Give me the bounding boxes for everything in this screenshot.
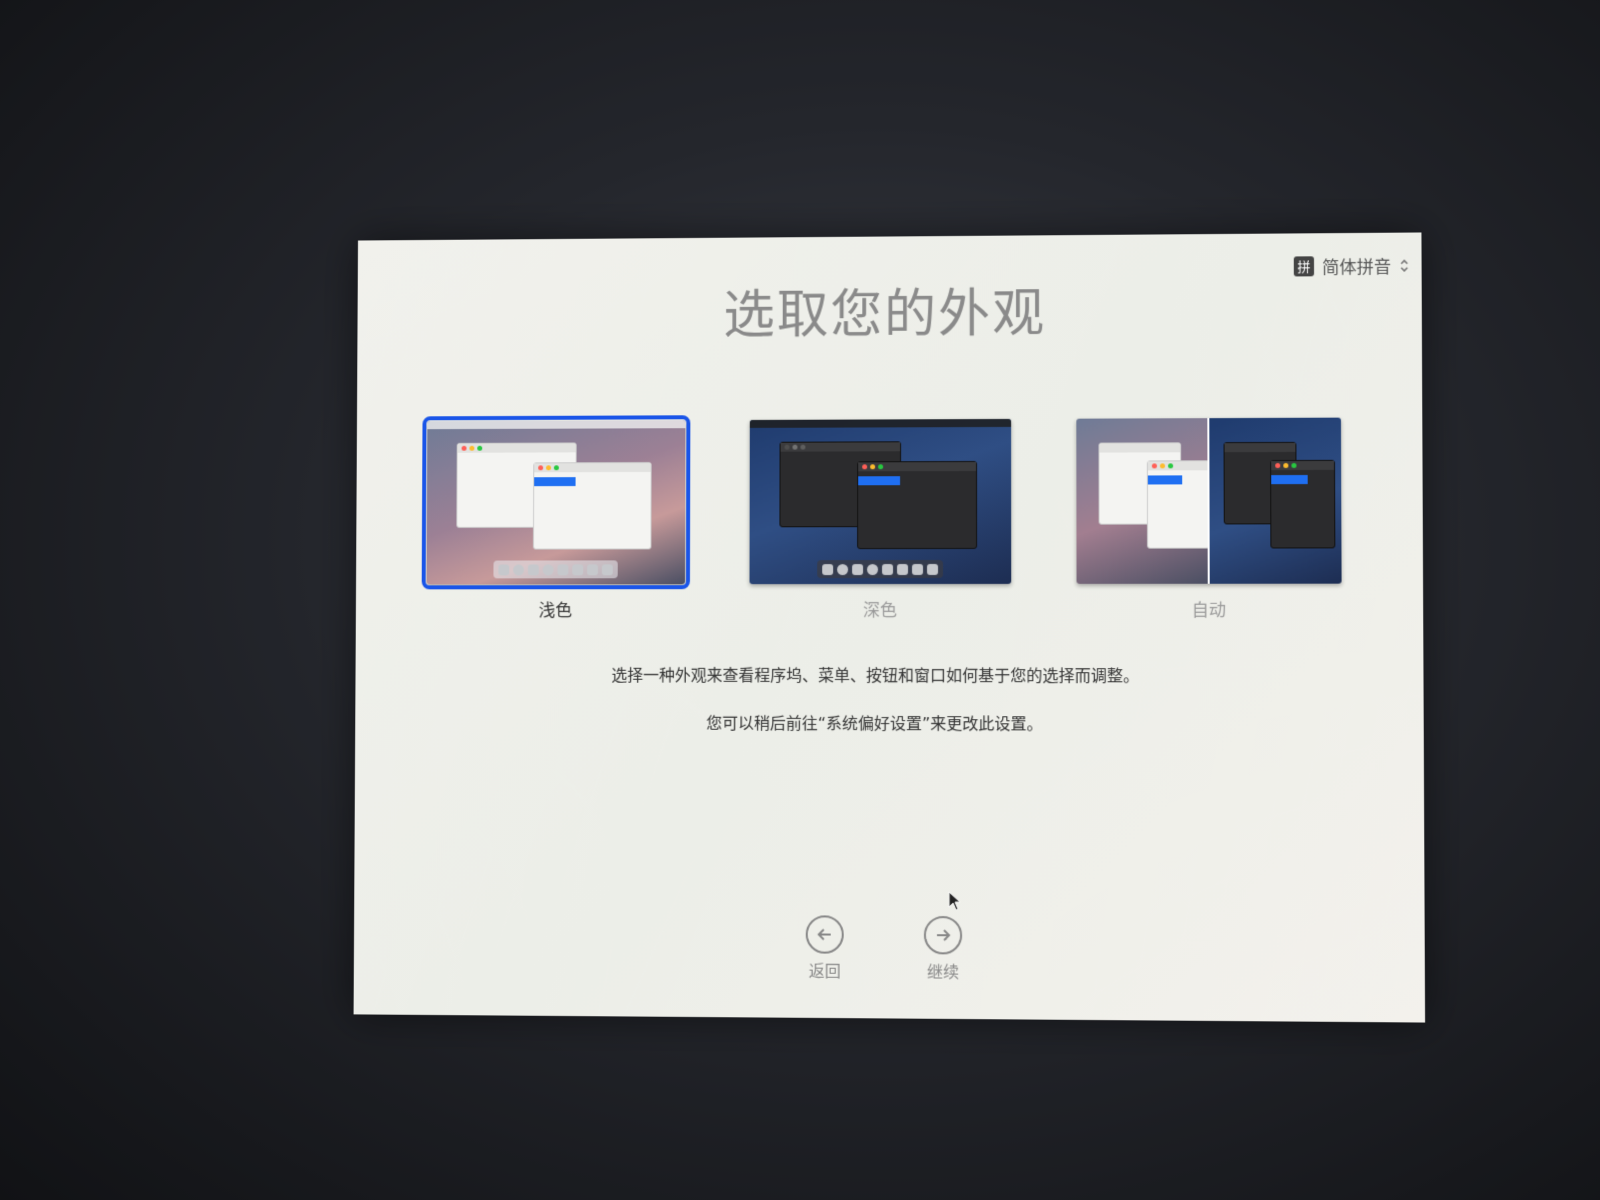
option-label-dark: 深色 xyxy=(863,596,897,621)
continue-button[interactable]: 继续 xyxy=(924,916,962,983)
appearance-options: 浅色 深色 自动 xyxy=(426,418,1341,621)
appearance-option-light[interactable]: 浅色 xyxy=(426,420,685,621)
setup-assistant-window: 拼 简体拼音 选取您的外观 浅色 深色 自动 选择一种外观来查看程序坞、菜单、按… xyxy=(354,232,1426,1022)
light-preview-image xyxy=(427,420,686,584)
description-line-2: 您可以稍后前往“系统偏好设置”来更改此设置。 xyxy=(572,713,1180,736)
back-label: 返回 xyxy=(809,958,841,982)
continue-label: 继续 xyxy=(927,958,959,982)
option-label-light: 浅色 xyxy=(539,596,573,621)
appearance-option-dark[interactable]: 深色 xyxy=(749,419,1011,621)
dark-preview-image xyxy=(750,419,1012,584)
page-title: 选取您的外观 xyxy=(357,269,1422,350)
auto-preview-image xyxy=(1076,418,1341,584)
mouse-pointer-icon xyxy=(948,891,962,915)
description-line-1: 选择一种外观来查看程序坞、菜单、按钮和窗口如何基于您的选择而调整。 xyxy=(572,665,1180,688)
option-label-auto: 自动 xyxy=(1192,596,1226,621)
arrow-left-icon xyxy=(806,915,844,953)
arrow-right-icon xyxy=(924,916,962,954)
appearance-option-auto[interactable]: 自动 xyxy=(1076,418,1341,621)
description: 选择一种外观来查看程序坞、菜单、按钮和窗口如何基于您的选择而调整。 您可以稍后前… xyxy=(572,665,1180,762)
navigation: 返回 继续 xyxy=(354,913,1425,986)
back-button[interactable]: 返回 xyxy=(806,915,844,982)
